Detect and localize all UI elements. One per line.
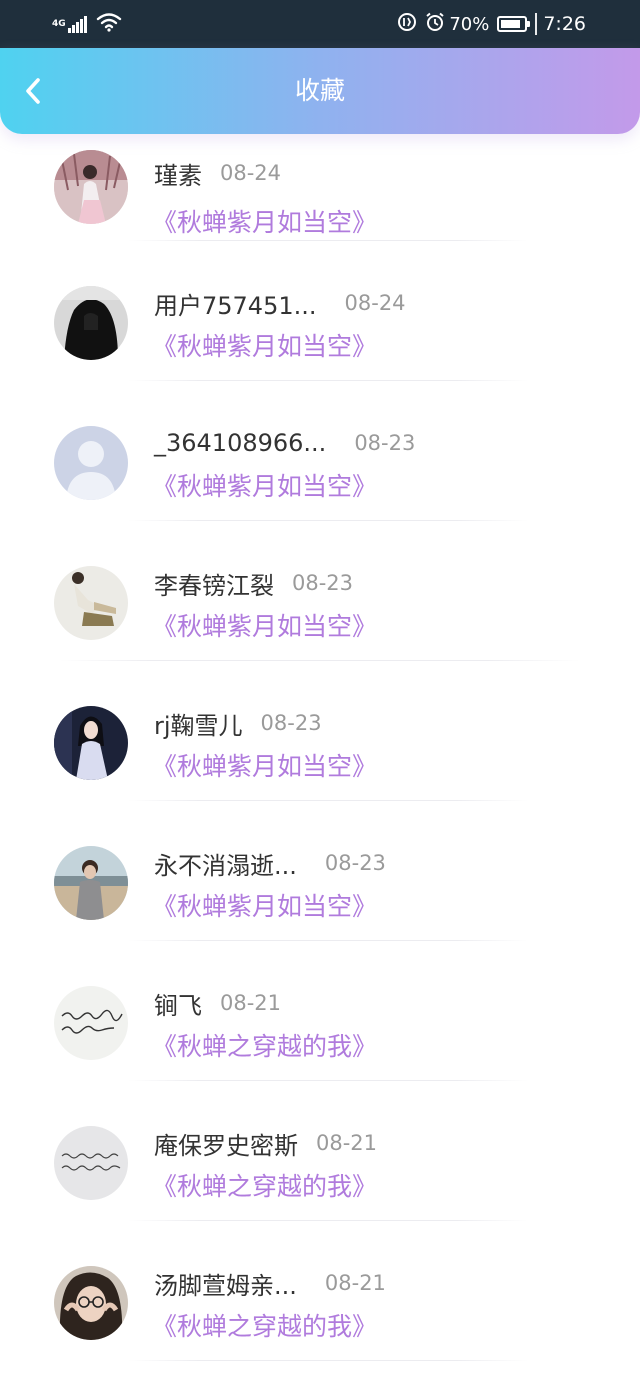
network-type: 4G	[52, 19, 66, 29]
avatar[interactable]	[54, 986, 128, 1060]
book-title-link[interactable]: 《秋蝉之穿越的我》	[152, 1170, 377, 1204]
list-item[interactable]: 永不消溻逝... 08-23 《秋蝉紫月如当空》	[0, 794, 640, 941]
status-bar: 4G 70% 7:26	[0, 0, 640, 48]
wifi-icon	[96, 12, 122, 36]
user-name: 瑾素	[154, 161, 202, 190]
name-line: 汤脚萱姆亲... 08-21	[154, 1266, 386, 1300]
page-title: 收藏	[294, 76, 345, 105]
data-saver-icon	[397, 12, 417, 37]
favorite-date: 08-21	[220, 991, 282, 1015]
list-item[interactable]: 庵保罗史密斯 08-21 《秋蝉之穿越的我》	[0, 1074, 640, 1221]
avatar[interactable]	[54, 846, 128, 920]
header: 收藏	[0, 48, 640, 134]
book-title-link[interactable]: 《秋蝉紫月如当空》	[152, 610, 377, 644]
clock: 7:26	[543, 13, 586, 35]
avatar[interactable]	[54, 706, 128, 780]
name-line: _364108966... 08-23	[154, 426, 415, 460]
name-line: 瑾素 08-24	[154, 156, 281, 190]
user-name: 汤脚萱姆亲...	[154, 1271, 297, 1300]
name-line: 李春镑江裂 08-23	[154, 566, 353, 600]
name-line: rj鞠雪儿 08-23	[154, 706, 322, 740]
list-item[interactable]: 瑾素 08-24 《秋蝉紫月如当空》	[0, 134, 640, 241]
default-user-icon	[54, 426, 128, 500]
favorite-date: 08-21	[324, 1271, 386, 1295]
list-item[interactable]: 汤脚萱姆亲... 08-21 《秋蝉之穿越的我》	[0, 1214, 640, 1361]
book-title-link[interactable]: 《秋蝉紫月如当空》	[152, 750, 377, 784]
user-name: 永不消溻逝...	[154, 851, 297, 880]
status-right: 70% 7:26	[389, 10, 586, 38]
avatar[interactable]	[54, 1266, 128, 1340]
user-name: 锏飞	[154, 991, 202, 1020]
favorite-date: 08-24	[344, 291, 406, 315]
favorite-date: 08-23	[260, 711, 322, 735]
book-title-link[interactable]: 《秋蝉之穿越的我》	[152, 1310, 377, 1344]
favorite-date: 08-23	[292, 571, 354, 595]
alarm-icon	[425, 12, 445, 37]
favorite-date: 08-21	[316, 1131, 378, 1155]
avatar[interactable]	[54, 286, 128, 360]
user-name: rj鞠雪儿	[154, 711, 243, 740]
user-name: 李春镑江裂	[154, 571, 274, 600]
battery-icon	[497, 16, 531, 32]
book-title-link[interactable]: 《秋蝉紫月如当空》	[152, 890, 377, 924]
name-line: 锏飞 08-21	[154, 986, 281, 1020]
user-name: 用户757451...	[154, 291, 317, 320]
user-name: _364108966...	[154, 429, 327, 457]
favorite-date: 08-23	[324, 851, 386, 875]
book-title-link[interactable]: 《秋蝉紫月如当空》	[152, 470, 377, 504]
divider	[128, 1360, 528, 1361]
favorites-list: 瑾素 08-24 《秋蝉紫月如当空》 用户757451... 08-24 《秋蝉…	[0, 134, 640, 1387]
user-name: 庵保罗史密斯	[154, 1131, 298, 1160]
avatar[interactable]	[54, 150, 128, 224]
list-item[interactable]: _364108966... 08-23 《秋蝉紫月如当空》	[0, 374, 640, 521]
list-item[interactable]: rj鞠雪儿 08-23 《秋蝉紫月如当空》	[0, 654, 640, 801]
signal-icon	[67, 15, 88, 33]
list-item[interactable]: 李春镑江裂 08-23 《秋蝉紫月如当空》	[0, 514, 640, 661]
status-separator	[535, 13, 538, 35]
favorite-date: 08-24	[220, 161, 282, 185]
book-title-link[interactable]: 《秋蝉紫月如当空》	[152, 330, 377, 364]
status-left: 4G	[52, 12, 122, 36]
list-item[interactable]: 用户757451... 08-24 《秋蝉紫月如当空》	[0, 234, 640, 381]
avatar[interactable]	[54, 426, 128, 500]
favorite-date: 08-23	[354, 431, 416, 455]
name-line: 庵保罗史密斯 08-21	[154, 1126, 377, 1160]
avatar[interactable]	[54, 566, 128, 640]
name-line: 用户757451... 08-24	[154, 286, 406, 320]
book-title-link[interactable]: 《秋蝉之穿越的我》	[152, 1030, 377, 1064]
avatar[interactable]	[54, 1126, 128, 1200]
name-line: 永不消溻逝... 08-23	[154, 846, 386, 880]
list-item[interactable]: 锏飞 08-21 《秋蝉之穿越的我》	[0, 934, 640, 1081]
battery-percent: 70%	[449, 13, 490, 35]
